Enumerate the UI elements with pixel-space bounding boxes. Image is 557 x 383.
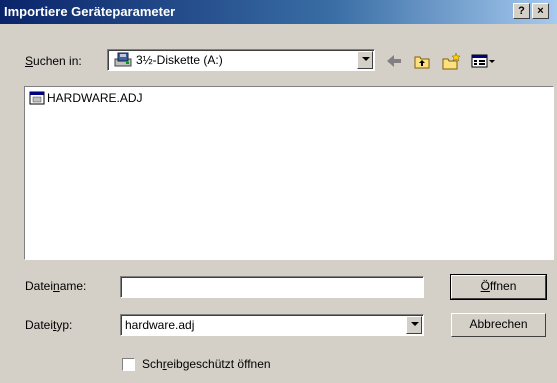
floppy-drive-icon bbox=[114, 52, 132, 67]
filetype-label: Dateityp: bbox=[25, 318, 73, 332]
lookin-combo[interactable]: 3½-Diskette (A:) bbox=[107, 49, 375, 71]
close-button[interactable]: × bbox=[532, 3, 549, 19]
open-button[interactable]: Öffnen bbox=[450, 274, 547, 300]
filename-input[interactable] bbox=[120, 276, 424, 298]
back-arrow-icon[interactable] bbox=[385, 52, 403, 70]
readonly-checkbox[interactable] bbox=[122, 358, 135, 371]
window-title: Importiere Geräteparameter bbox=[4, 4, 176, 19]
filetype-select[interactable]: hardware.adj bbox=[120, 314, 424, 336]
lookin-label: Suchen in: bbox=[25, 54, 82, 68]
filename-label: Dateiname: bbox=[25, 279, 87, 293]
lookin-value: 3½-Diskette (A:) bbox=[136, 53, 223, 67]
file-list[interactable]: HARDWARE.ADJ bbox=[24, 86, 554, 260]
up-folder-icon[interactable] bbox=[413, 52, 431, 70]
title-bar: Importiere Geräteparameter ? × bbox=[0, 0, 557, 24]
filetype-dropdown-button[interactable] bbox=[406, 316, 422, 334]
readonly-label[interactable]: Schreibgeschützt öffnen bbox=[142, 357, 271, 371]
cancel-button[interactable]: Abbrechen bbox=[451, 313, 546, 337]
view-menu-icon[interactable] bbox=[471, 52, 497, 70]
help-button[interactable]: ? bbox=[513, 3, 530, 19]
lookin-dropdown-button[interactable] bbox=[357, 51, 373, 69]
filetype-value: hardware.adj bbox=[125, 318, 195, 332]
file-name: HARDWARE.ADJ bbox=[47, 91, 143, 105]
file-icon bbox=[29, 91, 45, 105]
new-folder-icon[interactable] bbox=[441, 52, 461, 70]
